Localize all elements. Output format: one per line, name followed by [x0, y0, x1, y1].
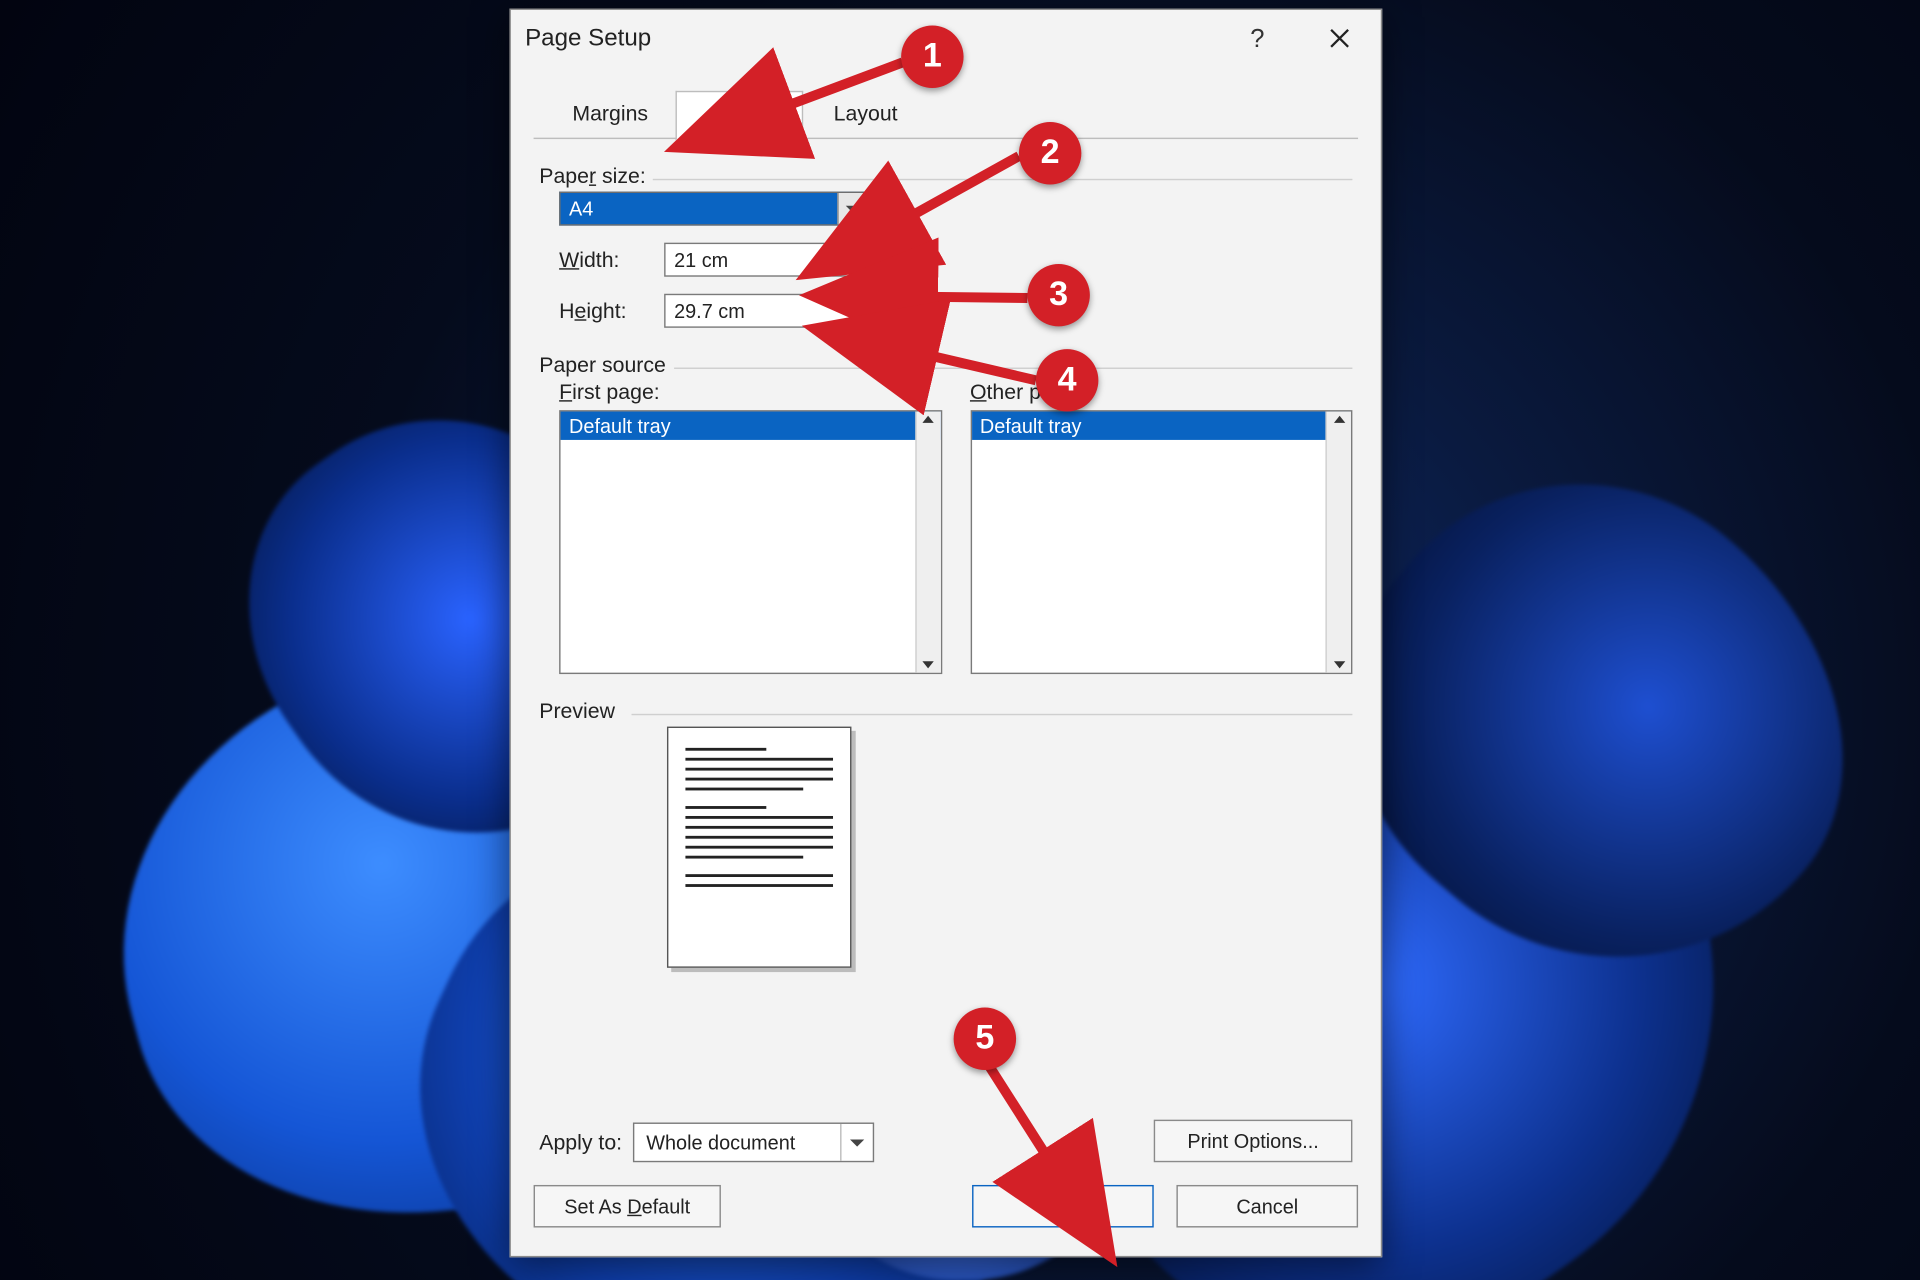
callout-2: 2 [1019, 122, 1081, 184]
callout-5: 5 [954, 1008, 1016, 1070]
callout-1: 1 [901, 26, 963, 88]
callout-3: 3 [1027, 264, 1089, 326]
callout-4: 4 [1036, 349, 1098, 411]
arrow-icon [0, 0, 1419, 1277]
